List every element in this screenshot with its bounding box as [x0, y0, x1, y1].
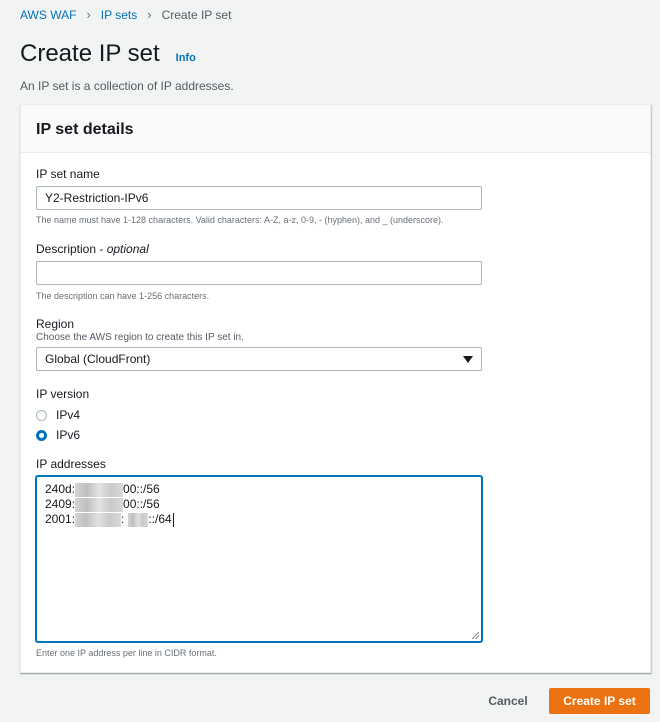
radio-ipv4-button[interactable]	[36, 409, 47, 421]
ip-addresses-textarea[interactable]: 240d: 00::/56 2409: 00::/56 2001::::/64	[36, 476, 482, 642]
radio-ipv4-label: IPv4	[56, 408, 81, 422]
create-ip-set-button[interactable]: Create IP set	[549, 688, 650, 714]
chevron-right-icon: ›	[86, 7, 91, 22]
redacted-block	[75, 482, 124, 497]
page-description: An IP set is a collection of IP addresse…	[20, 79, 234, 93]
ip-set-details-panel: IP set details IP set name The name must…	[20, 104, 651, 673]
description-label: Description - optional	[36, 242, 149, 256]
region-select[interactable]: Global (CloudFront)	[36, 347, 482, 371]
radio-ipv6-button[interactable]	[36, 429, 47, 441]
redacted-block	[75, 497, 124, 512]
ip-address-line: 2001::::/64	[45, 512, 174, 527]
ip-addresses-hint: Enter one IP address per line in CIDR fo…	[36, 648, 217, 658]
panel-title: IP set details	[36, 121, 134, 138]
description-field: Description - optional The description c…	[36, 242, 482, 301]
caret-down-icon	[463, 355, 473, 363]
ip-set-name-label: IP set name	[36, 167, 100, 181]
page-header: Create IP set Info	[20, 40, 196, 68]
ip-set-name-field: IP set name The name must have 1-128 cha…	[36, 167, 482, 225]
breadcrumb-ip-sets[interactable]: IP sets	[101, 8, 137, 22]
breadcrumb: AWS WAF › IP sets › Create IP set	[20, 8, 231, 22]
info-link[interactable]: Info	[176, 52, 196, 64]
ip-addresses-field: IP addresses 240d: 00::/56 2409: 00::/56 2…	[36, 457, 482, 658]
breadcrumb-aws-waf[interactable]: AWS WAF	[20, 8, 76, 22]
ip-version-label: IP version	[36, 387, 90, 401]
radio-ipv6-label: IPv6	[56, 428, 81, 442]
text-cursor	[172, 512, 174, 527]
region-selected-value: Global (CloudFront)	[45, 352, 151, 366]
radio-ipv4[interactable]: IPv4	[36, 405, 89, 425]
region-field: Region Choose the AWS region to create t…	[36, 317, 482, 371]
ip-set-name-input[interactable]	[36, 186, 482, 210]
ip-version-field: IP version IPv4 IPv6	[36, 387, 89, 445]
description-hint: The description can have 1-256 character…	[36, 291, 210, 301]
description-input[interactable]	[36, 261, 482, 285]
redacted-block	[75, 512, 122, 527]
cancel-button[interactable]: Cancel	[482, 688, 534, 714]
redacted-block	[128, 512, 149, 527]
radio-ipv6[interactable]: IPv6	[36, 425, 89, 445]
ip-address-line: 240d: 00::/56	[45, 482, 160, 497]
region-label: Region	[36, 317, 75, 331]
chevron-right-icon: ›	[147, 7, 152, 22]
page-title: Create IP set	[20, 40, 160, 67]
resize-handle-icon[interactable]	[472, 632, 479, 639]
region-sublabel: Choose the AWS region to create this IP …	[36, 332, 244, 343]
ip-addresses-label: IP addresses	[36, 457, 106, 471]
breadcrumb-current: Create IP set	[161, 8, 232, 22]
panel-header: IP set details	[21, 105, 650, 153]
ip-set-name-hint: The name must have 1-128 characters. Val…	[36, 215, 444, 225]
ip-address-line: 2409: 00::/56	[45, 497, 160, 512]
